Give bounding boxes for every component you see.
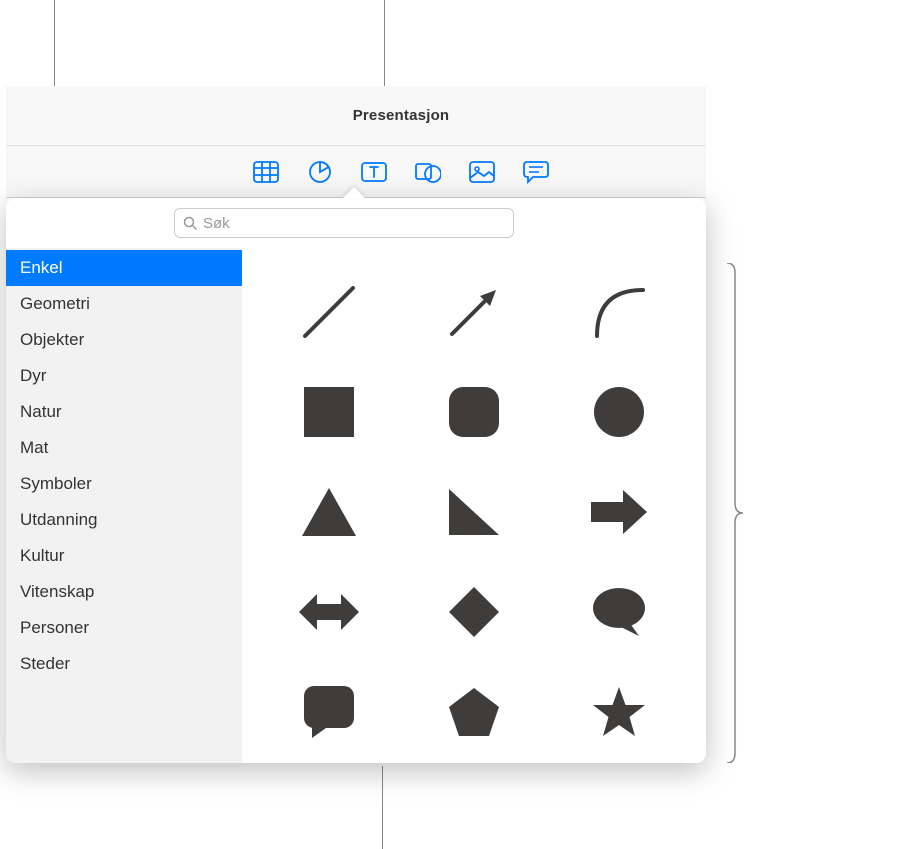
table-button[interactable] xyxy=(251,157,281,187)
sidebar-item-mat[interactable]: Mat xyxy=(6,430,242,466)
chart-icon xyxy=(308,160,332,184)
text-icon xyxy=(361,162,387,182)
shape-square-callout[interactable] xyxy=(293,676,365,748)
shape-line[interactable] xyxy=(293,276,365,348)
shapes-grid xyxy=(242,248,706,763)
shape-rounded-square[interactable] xyxy=(438,376,510,448)
chart-button[interactable] xyxy=(305,157,335,187)
shape-diamond[interactable] xyxy=(438,576,510,648)
shape-circle[interactable] xyxy=(583,376,655,448)
table-icon xyxy=(253,161,279,183)
shape-square[interactable] xyxy=(293,376,365,448)
shape-arrow[interactable] xyxy=(438,276,510,348)
sidebar-item-natur[interactable]: Natur xyxy=(6,394,242,430)
callout-bracket-right xyxy=(725,263,745,763)
shape-curve[interactable] xyxy=(583,276,655,348)
sidebar-item-steder[interactable]: Steder xyxy=(6,646,242,682)
comment-icon xyxy=(523,160,549,184)
window-title-text: Presentasjon xyxy=(353,107,450,124)
sidebar-item-dyr[interactable]: Dyr xyxy=(6,358,242,394)
search-row: Søk xyxy=(6,198,706,248)
shape-icon xyxy=(415,160,441,184)
callout-line-bottom xyxy=(382,766,383,849)
shape-button[interactable] xyxy=(413,157,443,187)
media-icon xyxy=(469,161,495,183)
category-sidebar: Enkel Geometri Objekter Dyr Natur Mat Sy… xyxy=(6,248,242,763)
shape-right-arrow-block[interactable] xyxy=(583,476,655,548)
sidebar-item-personer[interactable]: Personer xyxy=(6,610,242,646)
search-input[interactable]: Søk xyxy=(174,208,514,238)
text-button[interactable] xyxy=(359,157,389,187)
sidebar-item-vitenskap[interactable]: Vitenskap xyxy=(6,574,242,610)
shape-pentagon[interactable] xyxy=(438,676,510,748)
sidebar-item-kultur[interactable]: Kultur xyxy=(6,538,242,574)
search-icon xyxy=(183,216,197,230)
sidebar-item-geometri[interactable]: Geometri xyxy=(6,286,242,322)
window-title: Presentasjon xyxy=(6,86,706,146)
sidebar-item-objekter[interactable]: Objekter xyxy=(6,322,242,358)
search-placeholder: Søk xyxy=(203,215,230,232)
media-button[interactable] xyxy=(467,157,497,187)
sidebar-item-symboler[interactable]: Symboler xyxy=(6,466,242,502)
shape-right-triangle[interactable] xyxy=(438,476,510,548)
shape-triangle[interactable] xyxy=(293,476,365,548)
sidebar-item-utdanning[interactable]: Utdanning xyxy=(6,502,242,538)
shape-speech-bubble[interactable] xyxy=(583,576,655,648)
shapes-popover: Søk Enkel Geometri Objekter Dyr Natur Ma… xyxy=(6,198,706,763)
shape-double-arrow-block[interactable] xyxy=(293,576,365,648)
shape-star[interactable] xyxy=(583,676,655,748)
popover-body: Enkel Geometri Objekter Dyr Natur Mat Sy… xyxy=(6,248,706,763)
sidebar-item-enkel[interactable]: Enkel xyxy=(6,250,242,286)
popover-arrow xyxy=(342,187,366,199)
comment-button[interactable] xyxy=(521,157,551,187)
